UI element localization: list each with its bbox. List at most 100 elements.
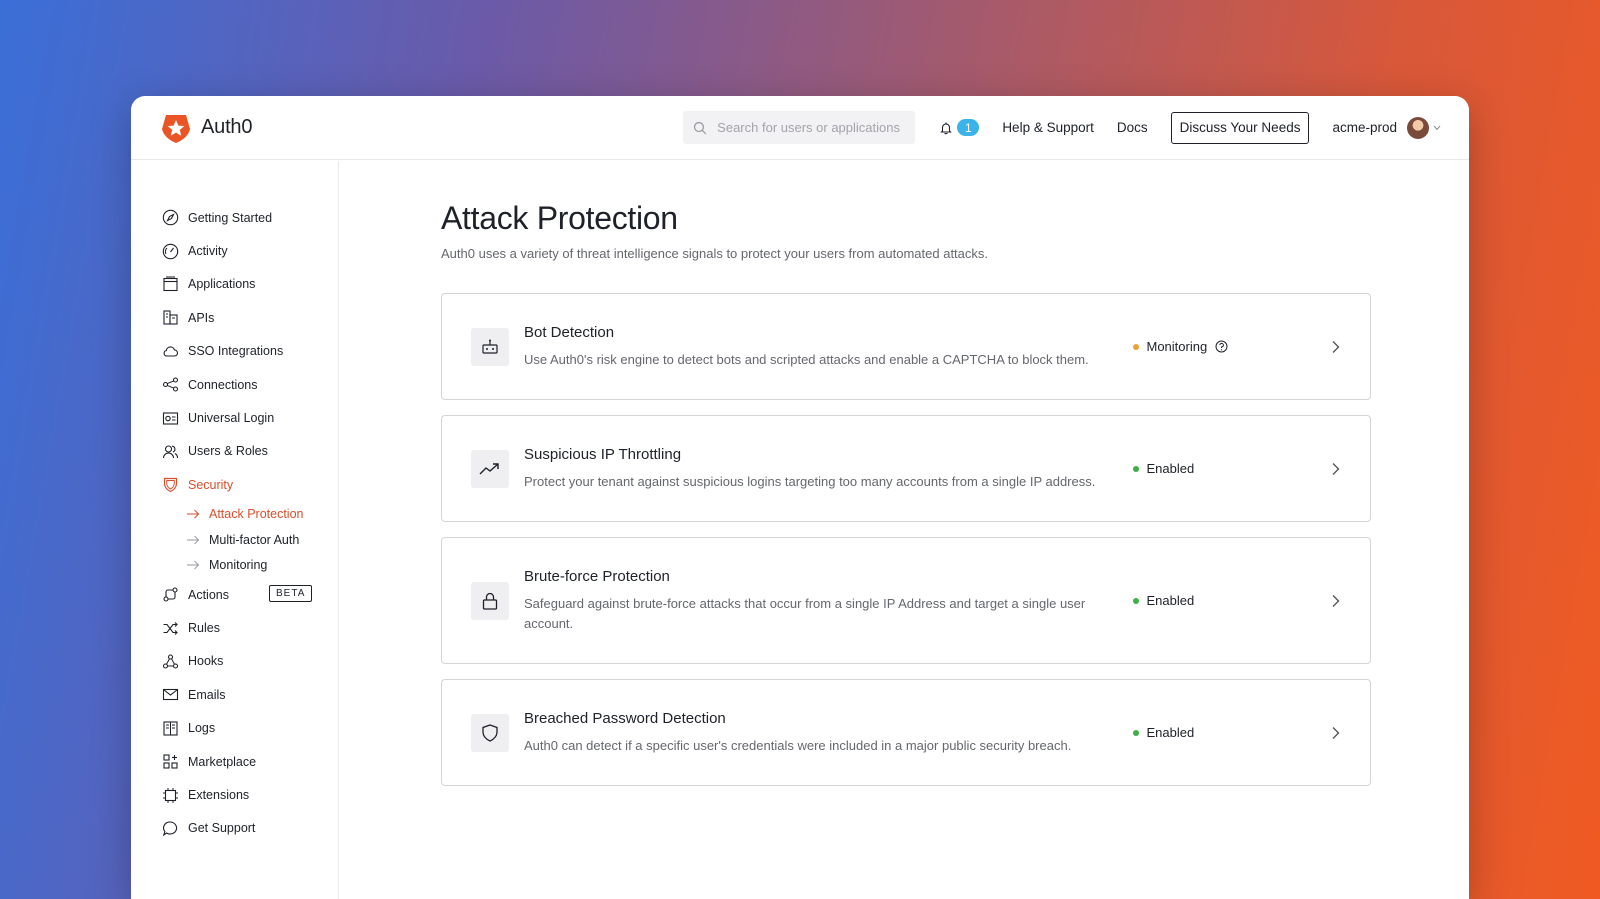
sidebar-nav: Getting Started Activity Applications AP… <box>131 161 339 899</box>
avatar <box>1407 116 1429 139</box>
cloud-icon <box>163 346 178 357</box>
card-description: Safeguard against brute-force attacks th… <box>524 595 1086 631</box>
help-circle-icon[interactable] <box>1215 340 1228 353</box>
beta-badge: BETA <box>269 585 313 603</box>
sidebar-item-get-support[interactable]: Get Support <box>131 812 338 845</box>
card-bot-detection[interactable]: Bot Detection Use Auth0's risk engine to… <box>441 293 1371 400</box>
sidebar-item-universal-login[interactable]: Universal Login <box>131 401 338 434</box>
card-title: Brute-force Protection <box>524 567 670 585</box>
sidebar-item-users-roles[interactable]: Users & Roles <box>131 435 338 468</box>
sidebar-item-apis[interactable]: APIs <box>131 301 338 334</box>
sidebar-subitem-monitoring[interactable]: Monitoring <box>131 553 338 579</box>
lock-icon <box>482 592 498 610</box>
sidebar-item-security[interactable]: Security <box>131 468 338 501</box>
sidebar-subitem-label: Multi-factor Auth <box>209 532 300 547</box>
card-icon-box <box>471 327 509 366</box>
sidebar-item-extensions[interactable]: Extensions <box>131 778 338 811</box>
flow-icon <box>163 587 178 602</box>
bell-icon <box>940 122 953 134</box>
card-title: Bot Detection <box>524 323 615 341</box>
sidebar-item-label: Users & Roles <box>188 444 268 459</box>
sidebar-item-label: Universal Login <box>188 411 275 426</box>
sidebar-item-label: Actions <box>188 587 229 602</box>
sidebar-item-label: Extensions <box>188 788 250 803</box>
gauge-icon <box>162 243 179 259</box>
card-icon-box <box>471 713 509 752</box>
card-brute-force-protection[interactable]: Brute-force Protection Safeguard against… <box>441 537 1371 664</box>
search-box[interactable] <box>683 111 916 144</box>
chevron-right-icon <box>1331 340 1340 354</box>
building-icon <box>163 310 178 325</box>
help-support-link[interactable]: Help & Support <box>1002 120 1094 135</box>
card-icon-box <box>471 581 509 620</box>
sidebar-item-label: SSO Integrations <box>188 344 284 359</box>
status-label: Monitoring <box>1146 339 1208 354</box>
sidebar-subitem-attack-protection[interactable]: Attack Protection <box>131 502 338 528</box>
status-dot <box>1132 465 1139 472</box>
sidebar-item-activity[interactable]: Activity <box>131 234 338 267</box>
status-badge: Enabled <box>1132 593 1313 608</box>
discuss-needs-button[interactable]: Discuss Your Needs <box>1170 111 1310 144</box>
card-title: Suspicious IP Throttling <box>524 445 682 463</box>
sidebar-item-emails[interactable]: Emails <box>131 678 338 711</box>
auth0-logo-icon <box>162 114 190 143</box>
page-title: Attack Protection <box>441 200 678 236</box>
status-dot <box>1132 729 1139 736</box>
sidebar-subitem-multi-factor-auth[interactable]: Multi-factor Auth <box>131 527 338 553</box>
compass-icon <box>162 209 179 226</box>
brand-logo[interactable]: Auth0 <box>160 112 252 144</box>
status-dot <box>1132 597 1139 604</box>
card-icon-box <box>471 449 509 488</box>
notifications-button[interactable]: 1 <box>939 119 980 136</box>
chip-icon <box>163 787 178 803</box>
tenant-menu[interactable]: acme-prod <box>1332 116 1441 139</box>
trend-up-icon <box>479 462 499 474</box>
sidebar-item-label: Get Support <box>188 821 256 836</box>
card-description: Auth0 can detect if a specific user's cr… <box>524 737 1072 753</box>
sidebar-item-logs[interactable]: Logs <box>131 712 338 745</box>
sidebar-item-label: Logs <box>188 721 216 736</box>
sidebar-item-label: Security <box>188 477 234 492</box>
sidebar-item-label: Applications <box>188 277 256 292</box>
status-badge: Enabled <box>1132 461 1313 476</box>
arrow-right-icon <box>187 560 200 570</box>
card-body: Suspicious IP Throttling Protect your te… <box>524 446 1114 492</box>
arrow-right-icon <box>187 535 200 545</box>
card-suspicious-ip-throttling[interactable]: Suspicious IP Throttling Protect your te… <box>441 415 1371 522</box>
page-subtitle: Auth0 uses a variety of threat intellige… <box>441 246 989 261</box>
docs-link[interactable]: Docs <box>1117 120 1148 135</box>
share-icon <box>162 377 179 392</box>
status-dot <box>1132 343 1139 350</box>
sidebar-item-label: APIs <box>188 310 215 325</box>
id-card-icon <box>162 411 179 425</box>
notification-count-badge: 1 <box>957 119 980 136</box>
tenant-name: acme-prod <box>1332 120 1397 135</box>
robot-icon <box>482 339 498 354</box>
chevron-right-icon <box>1331 594 1340 608</box>
hook-icon <box>162 654 179 669</box>
card-breached-password-detection[interactable]: Breached Password Detection Auth0 can de… <box>441 679 1371 786</box>
chevron-down-icon <box>1433 125 1441 130</box>
top-bar-actions: 1 Help & Support Docs Discuss Your Needs… <box>683 111 1441 144</box>
sidebar-item-actions[interactable]: Actions BETA <box>131 578 338 611</box>
sidebar-item-connections[interactable]: Connections <box>131 368 338 401</box>
search-input[interactable] <box>717 120 906 135</box>
brand-name: Auth0 <box>201 116 253 138</box>
sidebar-item-rules[interactable]: Rules <box>131 611 338 644</box>
status-badge: Enabled <box>1132 725 1313 740</box>
sidebar-item-hooks[interactable]: Hooks <box>131 645 338 678</box>
sidebar-item-label: Connections <box>188 377 258 392</box>
sidebar-subitem-label: Attack Protection <box>209 507 304 522</box>
sidebar-item-applications[interactable]: Applications <box>131 268 338 301</box>
sidebar-subitem-label: Monitoring <box>209 558 268 573</box>
sidebar-item-label: Emails <box>188 687 226 702</box>
shield-icon <box>482 723 498 742</box>
shield-icon <box>163 478 178 493</box>
sidebar-item-marketplace[interactable]: Marketplace <box>131 745 338 778</box>
card-body: Brute-force Protection Safeguard against… <box>524 568 1114 634</box>
sidebar-item-getting-started[interactable]: Getting Started <box>131 201 338 234</box>
card-body: Breached Password Detection Auth0 can de… <box>524 710 1114 756</box>
mail-icon <box>162 689 179 701</box>
app-window: Auth0 1 Help & Support Docs Discu <box>131 96 1469 899</box>
sidebar-item-sso-integrations[interactable]: SSO Integrations <box>131 335 338 368</box>
